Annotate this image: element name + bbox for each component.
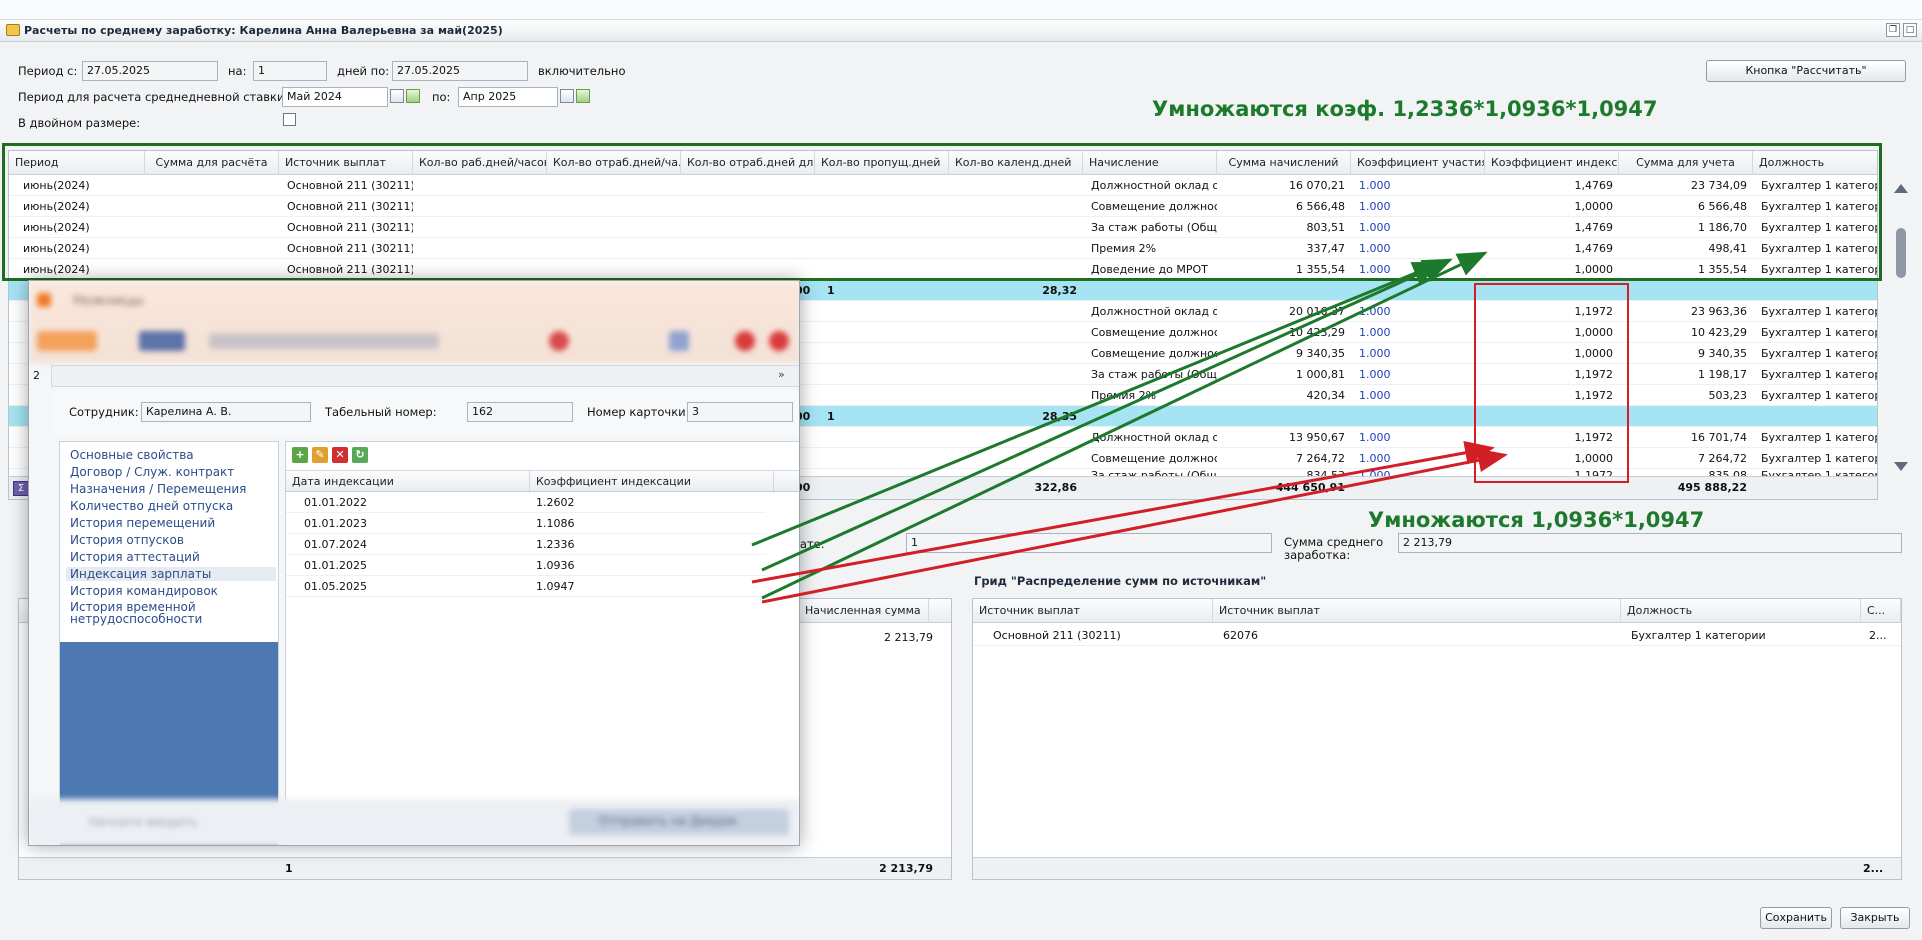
green-arrow — [761, 251, 1488, 600]
annotation-arrows — [751, 251, 1508, 604]
green-arrow — [761, 258, 1453, 572]
red-arrow — [751, 441, 1495, 584]
green-arrow — [751, 261, 1443, 547]
red-arrow — [761, 448, 1508, 604]
